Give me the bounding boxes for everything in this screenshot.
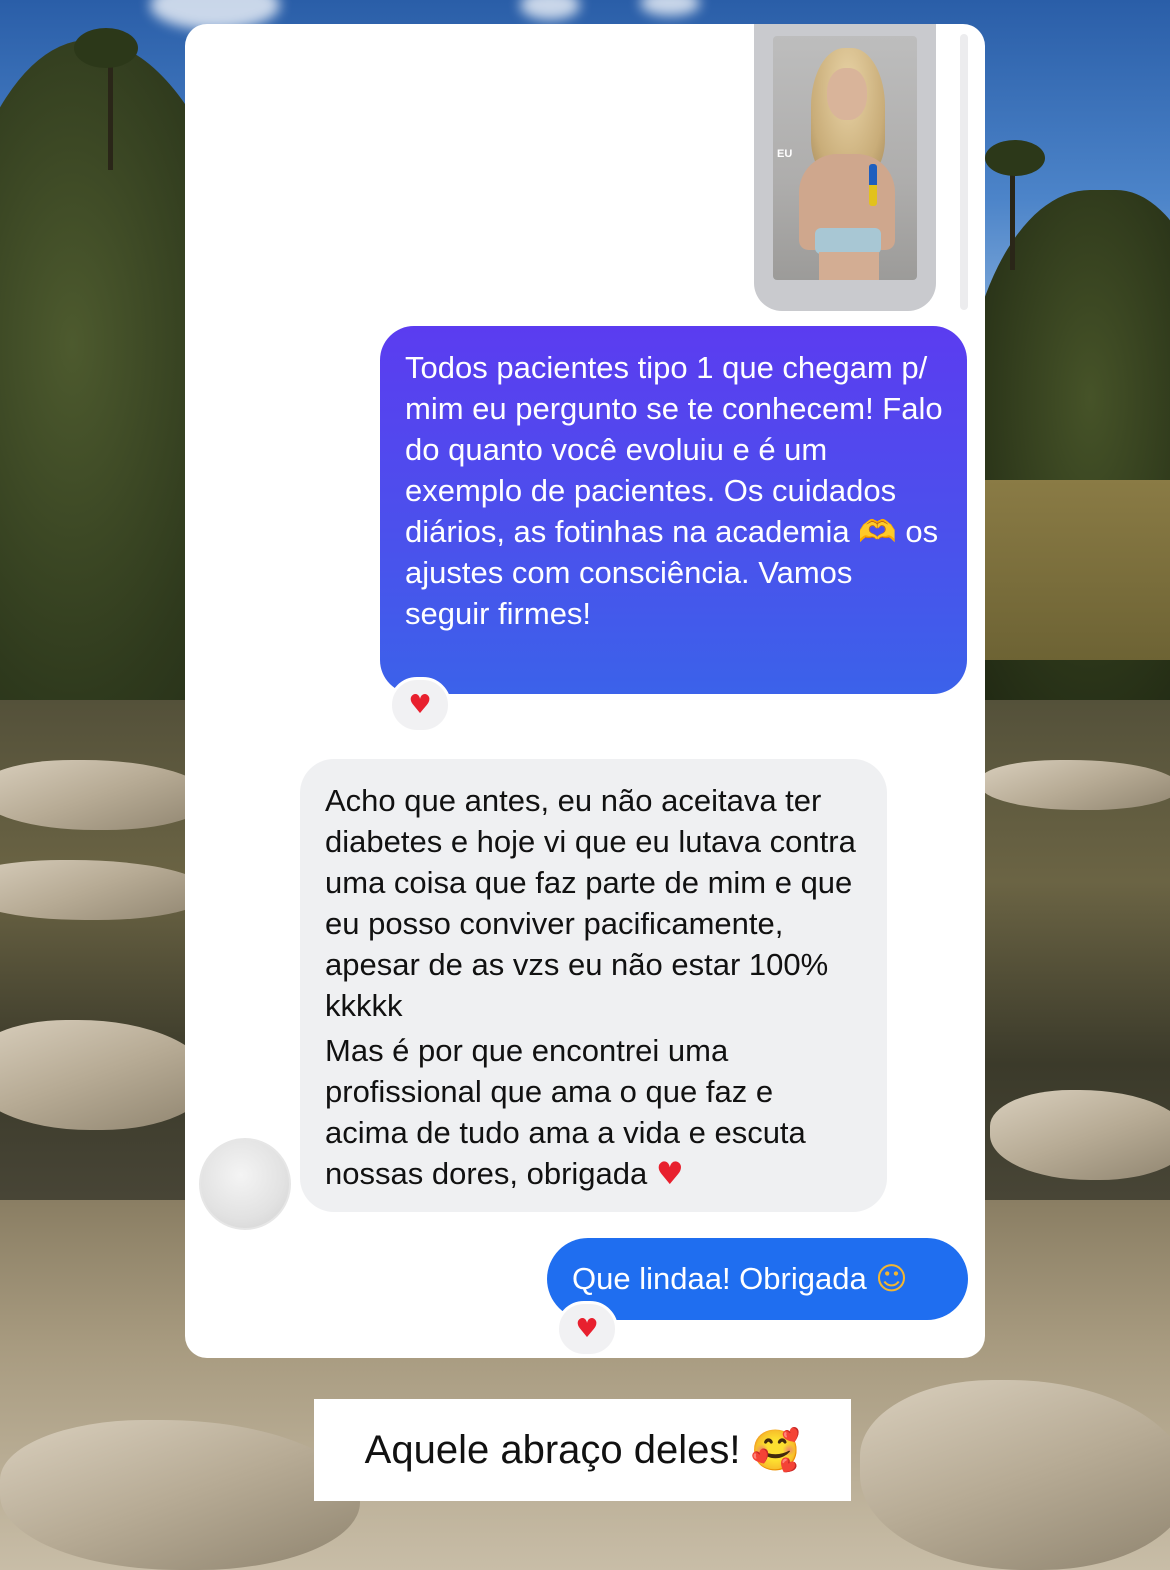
reel-thumbnail: EU [773,36,917,280]
insulin-pen [869,164,877,206]
legs [819,252,879,280]
sender-avatar[interactable] [199,1138,291,1230]
caption-text: Aquele abraço deles! [364,1427,741,1472]
heart-reaction-icon[interactable]: ♥ [389,677,451,733]
heart-icon: ♥ [655,1156,684,1192]
tree-crown [74,28,138,68]
message-text: Mas é por que encontrei uma profissional… [325,1033,815,1191]
smile-icon: ☺ [875,1261,908,1297]
message-text: Acho que antes, eu não aceitava ter diab… [325,783,865,1023]
heart-icon: ♥ [408,690,432,720]
message-text: Que lindaa! Obrigada [572,1261,867,1296]
tree-trunk [1010,160,1015,270]
smiling-face-with-hearts-icon: 🥰 [750,1427,801,1474]
tree-crown [985,140,1045,176]
message-text: Todos pacientes tipo 1 que chegam p/ mim… [405,350,952,631]
shorts [815,228,881,254]
heart-reaction-icon[interactable]: ♥ [556,1301,618,1357]
rock [980,760,1170,810]
caption-box: Aquele abraço deles! 🥰 [314,1399,851,1501]
message-bubble-sent[interactable]: Todos pacientes tipo 1 que chegam p/ mim… [380,326,967,694]
scrollbar[interactable] [960,34,968,310]
heart-icon: ♥ [575,1314,599,1344]
rock [860,1380,1170,1570]
chat-screenshot-card: EU Todos pacientes tipo 1 que chegam p/ … [185,24,985,1358]
reel-overlay-label: EU [777,148,793,160]
grass-right [980,480,1170,660]
message-bubble-sent[interactable]: Que lindaa! Obrigada ☺ [547,1238,968,1320]
message-bubble-received[interactable]: Acho que antes, eu não aceitava ter diab… [300,759,887,1212]
shared-reel-preview[interactable]: EU [754,24,936,311]
tree-trunk [108,60,113,170]
face [827,68,867,120]
